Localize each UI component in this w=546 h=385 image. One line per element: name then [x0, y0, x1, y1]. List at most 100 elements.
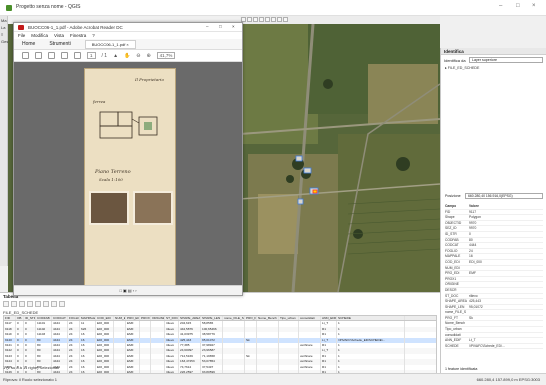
column-header[interactable]: COD_EDI — [96, 316, 114, 321]
column-header[interactable]: SHAPE_LEN — [201, 316, 223, 321]
zoom-full-icon[interactable] — [259, 17, 264, 22]
acrobat-minimize-icon[interactable]: – — [206, 24, 209, 29]
filter-icon[interactable] — [51, 301, 57, 307]
zoom-out-icon[interactable] — [253, 17, 258, 22]
menu-edit[interactable]: Modifica — [31, 33, 48, 38]
title-bar: Progetto senza nome - QGIS – □ × — [0, 0, 546, 16]
field-value — [469, 333, 543, 338]
field-name: PROX1 — [445, 276, 457, 281]
select-by-expression-icon[interactable] — [43, 301, 49, 307]
column-header[interactable]: ID_STR — [24, 316, 36, 321]
page-down-icon[interactable] — [74, 52, 81, 59]
column-header[interactable]: CODFAB — [36, 316, 52, 321]
column-header[interactable]: SHAPE_AREA — [179, 316, 201, 321]
reload-icon[interactable] — [19, 301, 25, 307]
delete-feature-icon[interactable] — [35, 301, 41, 307]
column-header[interactable]: consolidati — [299, 316, 321, 321]
tab-home[interactable]: Home — [22, 41, 35, 47]
strip-label: Ma — [1, 18, 7, 23]
zoom-in-icon[interactable] — [247, 17, 252, 22]
measure-icon[interactable] — [277, 17, 282, 22]
maximize-icon[interactable]: □ — [516, 3, 520, 9]
acrobat-close-icon[interactable]: × — [232, 24, 235, 29]
field-value: rilievo — [469, 293, 478, 298]
search-icon[interactable] — [48, 52, 55, 59]
hand-tool-icon[interactable]: ✋ — [124, 53, 130, 59]
field-name: Campo — [445, 204, 457, 208]
page-total: / 1 — [101, 52, 108, 59]
attribute-grid[interactable]: FID OB ID_STR CODFAB CODCAT FOGLIO MAPPALE COD_… — [3, 315, 437, 382]
window-title: Progetto senza nome - QGIS — [16, 4, 81, 10]
acrobat-page-controls[interactable]: □ ▣ ▤ ‹ › — [14, 285, 242, 295]
menu-help[interactable]: ? — [92, 33, 95, 38]
identify-mode-select[interactable]: Layer superiore — [469, 57, 543, 63]
floor-plan-sketch — [99, 111, 158, 139]
attribute-table-panel: Tabella FILE_ED_SCHEDE FID OB ID_STR CODFAB… — [0, 292, 440, 382]
column-header[interactable]: NUM_EDI — [114, 316, 126, 321]
position-value[interactable]: 660.280,40 156.916,0(EPSG) — [465, 193, 543, 199]
page-number-input[interactable]: 1 — [87, 52, 96, 59]
minimize-icon[interactable]: – — [499, 3, 502, 9]
edit-toggle-icon[interactable] — [3, 301, 9, 307]
save-edits-icon[interactable] — [11, 301, 17, 307]
acrobat-menu-bar: File Modifica Vista Finestra ? — [14, 32, 242, 39]
menu-window[interactable]: Finestra — [70, 33, 86, 38]
column-header[interactable]: ANN_EDIF — [321, 316, 337, 321]
identify-icon[interactable] — [265, 17, 270, 22]
column-header[interactable]: PRO_EDI — [126, 316, 140, 321]
close-icon[interactable]: × — [532, 3, 536, 9]
pdf-viewport[interactable]: Il Proprietario ferrea Piano Terreno Sca… — [14, 62, 242, 287]
column-header[interactable]: Tipo_urban — [279, 316, 299, 321]
select-cursor-icon[interactable]: ▲ — [113, 53, 118, 59]
add-feature-icon[interactable] — [27, 301, 33, 307]
identify-status: 1 feature identificata — [445, 367, 478, 371]
column-header[interactable]: PRO_FT — [245, 316, 257, 321]
zoom-to-selection-icon[interactable] — [59, 301, 65, 307]
column-header[interactable]: ORIGINE — [151, 316, 165, 321]
field-value — [469, 327, 543, 332]
identify-tree-item[interactable]: ▸ FILE_ED_SCHEDE — [445, 66, 479, 70]
column-header[interactable]: FOGLIO — [68, 316, 80, 321]
building-photo — [89, 191, 129, 225]
tab-tools[interactable]: Strumenti — [49, 41, 70, 47]
field-value: EMF — [469, 271, 476, 276]
field-value: 9117 — [469, 209, 477, 214]
column-header[interactable]: nome_FILE_S — [223, 316, 245, 321]
field-value — [469, 266, 543, 271]
column-header[interactable]: MAPPALE — [80, 316, 96, 321]
field-value: Polygon — [469, 215, 481, 220]
print-icon[interactable] — [35, 52, 42, 59]
zoom-out-icon[interactable]: ⊖ — [136, 53, 140, 59]
acrobat-maximize-icon[interactable]: □ — [219, 24, 222, 29]
field-row[interactable]: SCHEDE \\PIVAFC\Schede_ED\... — [445, 344, 543, 350]
menu-file[interactable]: File — [18, 33, 25, 38]
field-name: nome_FILE_S — [445, 310, 467, 315]
field-name: SEZ_ID — [445, 226, 457, 231]
acrobat-title: BUOCC06-1_1.pdf - Adobe Acrobat Reader D… — [28, 25, 123, 30]
column-header[interactable]: SCHEDE — [337, 316, 405, 321]
layers-panel-strip[interactable]: Ma La ≡ Gesti — [0, 16, 10, 266]
save-icon[interactable] — [22, 52, 29, 59]
acrobat-logo-icon — [18, 25, 24, 30]
handwritten-note: Il Proprietario — [135, 77, 164, 82]
column-header[interactable]: ST_DOC — [165, 316, 179, 321]
column-header[interactable]: FID — [4, 316, 16, 321]
column-header[interactable]: PROX1 — [140, 316, 151, 321]
tab-document[interactable]: BUOCC06-1_1.pdf × — [84, 39, 136, 49]
select-icon[interactable] — [271, 17, 276, 22]
refresh-icon[interactable] — [283, 17, 288, 22]
column-header[interactable]: OB — [16, 316, 24, 321]
qgis-window: Progetto senza nome - QGIS – □ × Ma La ≡… — [0, 0, 546, 385]
handwritten-note: Scala 1:100 — [99, 177, 123, 182]
zoom-level[interactable]: 41,7% — [156, 52, 176, 59]
page-up-icon[interactable] — [61, 52, 68, 59]
column-header[interactable]: Nome_Bench — [257, 316, 279, 321]
menu-view[interactable]: Vista — [54, 33, 64, 38]
column-header[interactable]: CODCAT — [52, 316, 68, 321]
zoom-in-icon[interactable]: ⊕ — [146, 53, 150, 59]
field-value: 24 — [469, 248, 473, 253]
field-name: SHAPE_LEN — [445, 304, 465, 309]
field-value: 16 — [469, 254, 473, 259]
field-value — [469, 282, 543, 287]
field-value: 80 — [469, 237, 473, 242]
